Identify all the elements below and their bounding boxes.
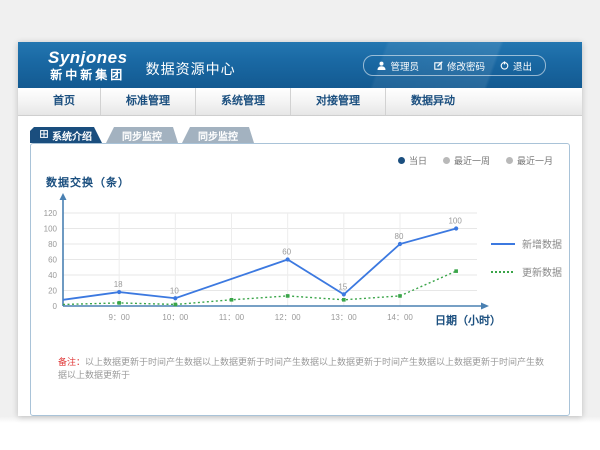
- user-menu-admin[interactable]: 管理员: [377, 59, 419, 73]
- svg-text:15: 15: [338, 282, 347, 291]
- nav-item-4[interactable]: 数据异动: [386, 88, 480, 115]
- svg-text:12：00: 12：00: [275, 313, 301, 322]
- tab-strip: 系统介绍 同步监控 同步监控: [30, 127, 582, 143]
- legend-line-sample: [491, 241, 515, 247]
- legend-item-1[interactable]: 更新数据: [491, 264, 562, 279]
- svg-text:40: 40: [48, 271, 57, 280]
- svg-text:9：00: 9：00: [108, 313, 130, 322]
- user-menu-label: 管理员: [390, 59, 419, 73]
- svg-text:60: 60: [282, 248, 291, 257]
- x-axis-title: 日期（小时）: [435, 312, 501, 328]
- nav-item-1[interactable]: 标准管理: [101, 88, 196, 115]
- grid-icon: [40, 130, 48, 141]
- logo-company-name: 新中新集团: [50, 69, 125, 81]
- svg-text:120: 120: [44, 209, 58, 218]
- user-menu-logout[interactable]: 退出: [500, 59, 532, 73]
- legend-line-sample: [491, 269, 515, 275]
- page-title: 数据资源中心: [146, 59, 236, 79]
- legend-label: 更新数据: [522, 264, 562, 279]
- svg-text:18: 18: [114, 280, 123, 289]
- tab-label: 系统介绍: [52, 128, 92, 143]
- nav-item-0[interactable]: 首页: [28, 88, 101, 115]
- svg-text:100: 100: [44, 225, 58, 234]
- user-menu-label: 修改密码: [447, 59, 485, 73]
- svg-text:0: 0: [53, 302, 58, 311]
- user-toolbar: 管理员 修改密码 退出: [363, 55, 546, 76]
- brand: Synjones 新中新集团 数据资源中心: [48, 49, 236, 81]
- radio-label: 当日: [409, 154, 427, 167]
- chart-legend: 新增数据更新数据: [491, 236, 562, 279]
- brand-logo: Synjones 新中新集团: [48, 49, 128, 81]
- svg-text:10：00: 10：00: [162, 313, 188, 322]
- svg-text:20: 20: [48, 287, 57, 296]
- tab-0[interactable]: 系统介绍: [30, 127, 102, 143]
- edit-icon: [434, 61, 443, 70]
- radio-label: 最近一周: [454, 154, 490, 167]
- radio-icon: [443, 157, 450, 164]
- svg-text:60: 60: [48, 256, 57, 265]
- app-header: Synjones 新中新集团 数据资源中心 管理员 修改密码 退出: [18, 42, 582, 88]
- nav-item-2[interactable]: 系统管理: [196, 88, 291, 115]
- range-filter-group: 当日 最近一周 最近一月: [398, 154, 553, 167]
- svg-text:13：00: 13：00: [331, 313, 357, 322]
- radio-label: 最近一月: [517, 154, 553, 167]
- svg-text:11：00: 11：00: [219, 313, 245, 322]
- radio-range-1[interactable]: 最近一周: [443, 154, 490, 167]
- footnote-text: 以上数据更新于时间产生数据以上数据更新于时间产生数据以上数据更新于时间产生数据以…: [58, 357, 544, 380]
- content-panel: 当日最近一周最近一月 数据交换（条） 0204060801001209：0010…: [30, 143, 570, 416]
- radio-icon: [506, 157, 513, 164]
- legend-label: 新增数据: [522, 236, 562, 251]
- logo-wordmark: Synjones: [48, 49, 128, 66]
- tab-label: 同步监控: [198, 128, 238, 143]
- power-icon: [500, 61, 509, 70]
- tab-label: 同步监控: [122, 128, 162, 143]
- svg-text:14：00: 14：00: [387, 313, 413, 322]
- app-window: Synjones 新中新集团 数据资源中心 管理员修改密码退出 首页标准管理系统…: [18, 42, 582, 416]
- user-icon: [377, 61, 386, 70]
- nav-item-3[interactable]: 对接管理: [291, 88, 386, 115]
- user-menu-label: 退出: [513, 59, 532, 73]
- svg-text:100: 100: [448, 217, 462, 226]
- svg-text:10: 10: [170, 286, 179, 295]
- line-chart: 0 20 40 60 80 100 120 9：00 10：00 11：00 12：00 13：00 1…: [31, 144, 551, 326]
- footnote: 备注：以上数据更新于时间产生数据以上数据更新于时间产生数据以上数据更新于时间产生…: [58, 356, 553, 381]
- radio-icon: [398, 157, 405, 164]
- tab-1[interactable]: 同步监控: [106, 127, 178, 143]
- user-menu-change-password[interactable]: 修改密码: [434, 59, 485, 73]
- svg-text:80: 80: [48, 240, 57, 249]
- tab-2[interactable]: 同步监控: [182, 127, 254, 143]
- svg-text:80: 80: [395, 232, 404, 241]
- legend-item-0[interactable]: 新增数据: [491, 236, 562, 251]
- radio-range-0[interactable]: 当日: [398, 154, 427, 167]
- footnote-label: 备注：: [58, 357, 85, 367]
- radio-range-2[interactable]: 最近一月: [506, 154, 553, 167]
- nav-bar: 首页标准管理系统管理对接管理数据异动: [18, 88, 582, 116]
